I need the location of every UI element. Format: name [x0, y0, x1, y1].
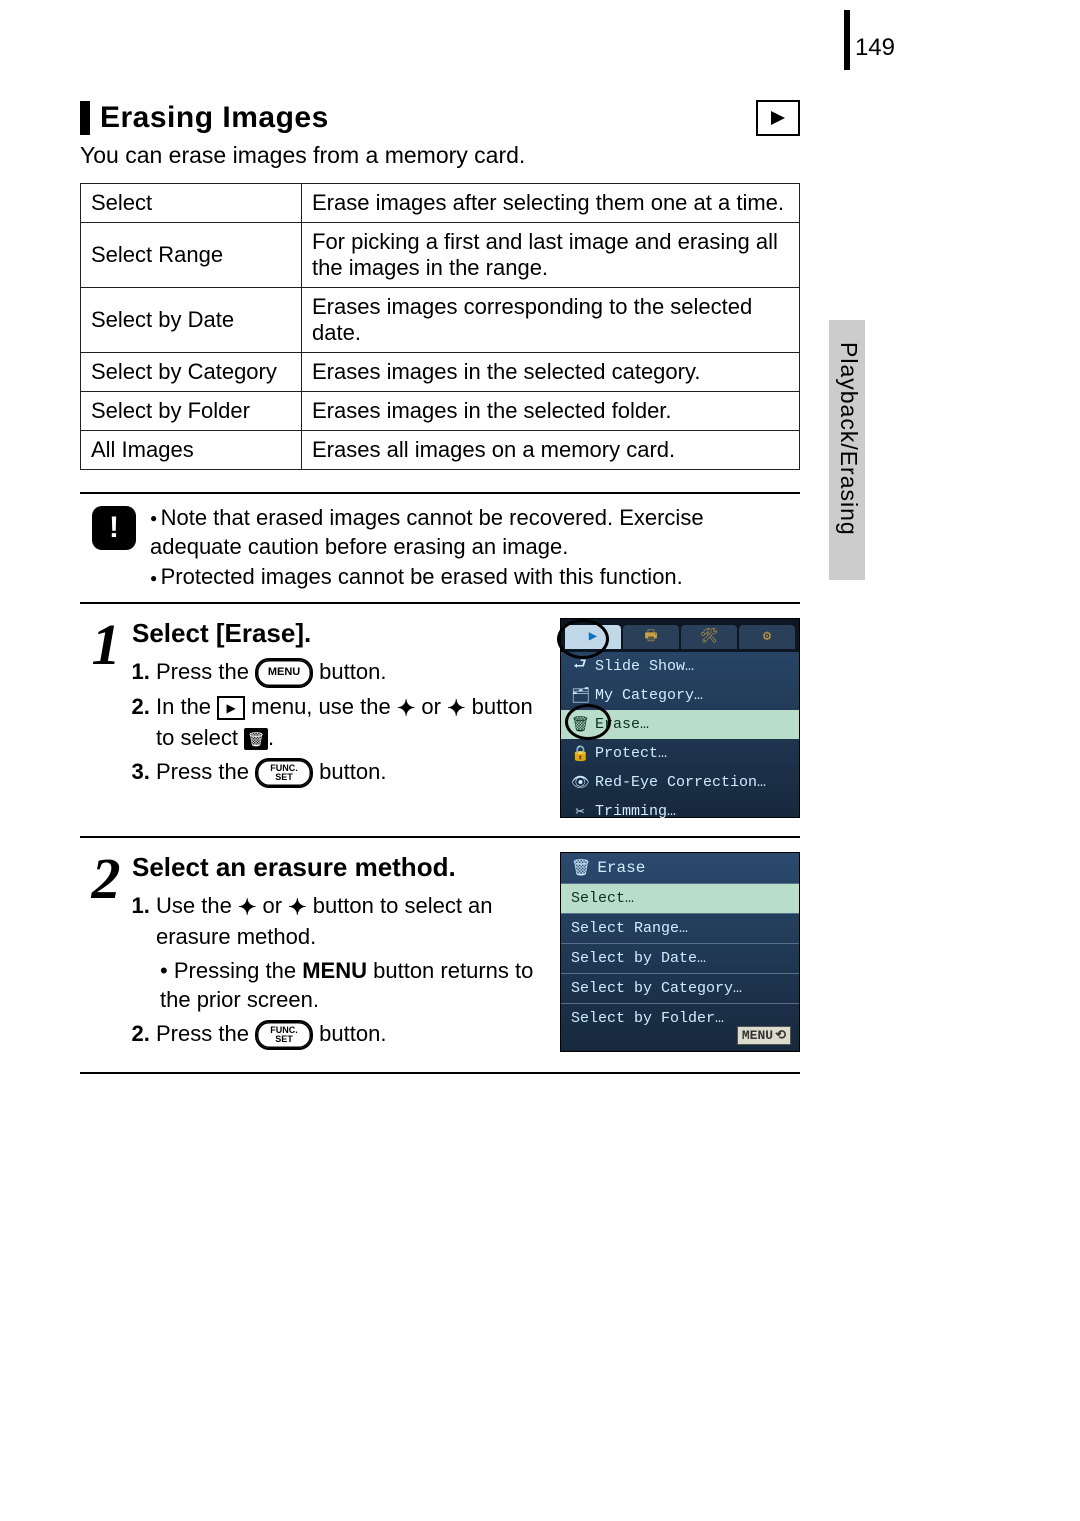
- section-label: Playback/Erasing: [835, 342, 862, 536]
- up-arrow-icon: ✦: [238, 894, 256, 919]
- step-number-2: 2: [80, 856, 132, 1054]
- step-number-1: 1: [80, 622, 132, 818]
- step2-sub1-note: Pressing the MENU button returns to the …: [160, 956, 544, 1015]
- step1-sub2: In the ▶ menu, use the ✦ or ✦ button to …: [156, 692, 544, 753]
- page-title: Erasing Images: [100, 101, 329, 135]
- note-item: Note that erased images cannot be recove…: [150, 504, 794, 561]
- cam-erase-item: Select…: [561, 883, 799, 913]
- trash-icon: 🗑: [571, 858, 591, 878]
- note-item: Protected images cannot be erased with t…: [150, 563, 794, 592]
- step2-sub1: Use the ✦ or ✦ button to select an erasu…: [156, 891, 544, 1015]
- intro-text: You can erase images from a memory card.: [80, 142, 800, 169]
- step2-title: Select an erasure method.: [132, 852, 544, 883]
- cam-menu-item: ✂Trimming…: [561, 797, 799, 826]
- table-row: Select by FolderErases images in the sel…: [81, 392, 800, 431]
- func-set-button-icon: FUNC.SET: [255, 1020, 313, 1050]
- table-row: Select by CategoryErases images in the s…: [81, 353, 800, 392]
- step1-sub3: Press the FUNC.SET button.: [156, 757, 544, 788]
- down-arrow-icon: ✦: [447, 695, 465, 720]
- cam-erase-item: Select Range…: [561, 913, 799, 943]
- cam-tab-print: 🖶: [623, 625, 679, 649]
- table-row: All ImagesErases all images on a memory …: [81, 431, 800, 470]
- erase-icon: 🗑: [244, 728, 268, 750]
- erase-options-table: SelectErase images after selecting them …: [80, 183, 800, 470]
- page-number: 149: [855, 34, 895, 62]
- table-row: Select RangeFor picking a first and last…: [81, 223, 800, 288]
- step2-sub2: Press the FUNC.SET button.: [156, 1019, 544, 1050]
- up-arrow-icon: ✦: [397, 695, 415, 720]
- cam-menu-item: ⮐Slide Show…: [561, 652, 799, 681]
- cam-erase-item: Select by Date…: [561, 943, 799, 973]
- title-accent: [80, 101, 90, 135]
- cam-tab-tools: 🛠: [681, 625, 737, 649]
- cam-menu-item: 🗑Erase…: [561, 710, 799, 739]
- caution-box: ! Note that erased images cannot be reco…: [80, 492, 800, 604]
- warning-icon: !: [92, 506, 136, 550]
- step1-title: Select [Erase].: [132, 618, 544, 649]
- step1-sub1: Press the MENU button.: [156, 657, 544, 688]
- playback-mode-icon: [756, 100, 800, 136]
- down-arrow-icon: ✦: [288, 894, 306, 919]
- menu-back-badge: MENU ⟲: [737, 1026, 791, 1045]
- cam-erase-item: Select by Category…: [561, 973, 799, 1003]
- menu-button-icon: MENU: [255, 658, 313, 688]
- cam-menu-item: 🔒Protect…: [561, 739, 799, 768]
- camera-screenshot-erase: 🗑 Erase Select…Select Range…Select by Da…: [560, 852, 800, 1052]
- cam-tab-settings: ⚙: [739, 625, 795, 649]
- cam-menu-item: 👁Red-Eye Correction…: [561, 768, 799, 797]
- table-row: Select by DateErases images correspondin…: [81, 288, 800, 353]
- func-set-button-icon: FUNC.SET: [255, 758, 313, 788]
- playback-tab-icon: ▶: [217, 696, 245, 720]
- cam-tab-playback: ▶: [565, 625, 621, 649]
- table-row: SelectErase images after selecting them …: [81, 184, 800, 223]
- camera-screenshot-menu: ▶ 🖶 🛠 ⚙ ⮐Slide Show…🗂My Category…🗑Erase……: [560, 618, 800, 818]
